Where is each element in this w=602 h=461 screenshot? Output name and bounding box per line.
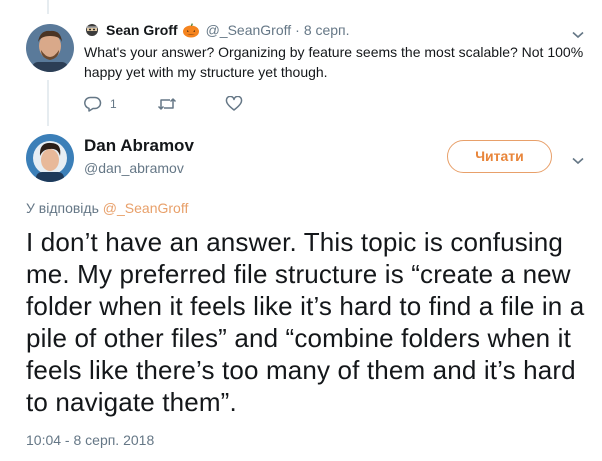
avatar[interactable] (26, 24, 74, 72)
reply-icon[interactable] (84, 96, 102, 112)
reply-tweet[interactable]: Sean Groff @_SeanGroff · 8 серп. What's … (0, 14, 602, 126)
heart-icon[interactable] (225, 96, 243, 112)
reply-count: 1 (110, 97, 117, 111)
ninja-icon (84, 22, 100, 38)
like-action[interactable] (225, 96, 251, 112)
pumpkin-icon (182, 22, 200, 38)
thread-line-top (47, 0, 49, 14)
reply-to-handle-link[interactable]: @_SeanGroff (103, 200, 189, 216)
main-tweet-text: I don’t have an answer. This topic is co… (26, 227, 585, 417)
reply-actions: 1 (84, 94, 291, 114)
reply-to-prefix: У відповідь (26, 200, 99, 216)
main-author-handle[interactable]: @dan_abramov (84, 160, 184, 176)
follow-button[interactable]: Читати (447, 140, 552, 173)
reply-action[interactable]: 1 (84, 96, 117, 112)
reply-date[interactable]: 8 серп. (304, 22, 350, 38)
chevron-down-icon[interactable] (572, 152, 584, 170)
reply-text: What's your answer? Organizing by featur… (84, 44, 584, 80)
reply-author-handle[interactable]: @_SeanGroff (206, 22, 292, 38)
main-tweet: Dan Abramov @dan_abramov Читати У відпов… (0, 126, 602, 461)
reply-to-line: У відповідь @_SeanGroff (26, 200, 188, 216)
reply-header: Sean Groff @_SeanGroff · 8 серп. (84, 22, 350, 38)
avatar[interactable] (26, 134, 74, 182)
reply-author-name[interactable]: Sean Groff (106, 22, 178, 38)
separator: · (295, 22, 300, 38)
main-timestamp[interactable]: 10:04 - 8 серп. 2018 (26, 432, 154, 448)
retweet-icon[interactable] (157, 96, 177, 112)
thread-line (47, 80, 49, 126)
retweet-action[interactable] (157, 96, 185, 112)
main-author-name[interactable]: Dan Abramov (84, 136, 194, 156)
